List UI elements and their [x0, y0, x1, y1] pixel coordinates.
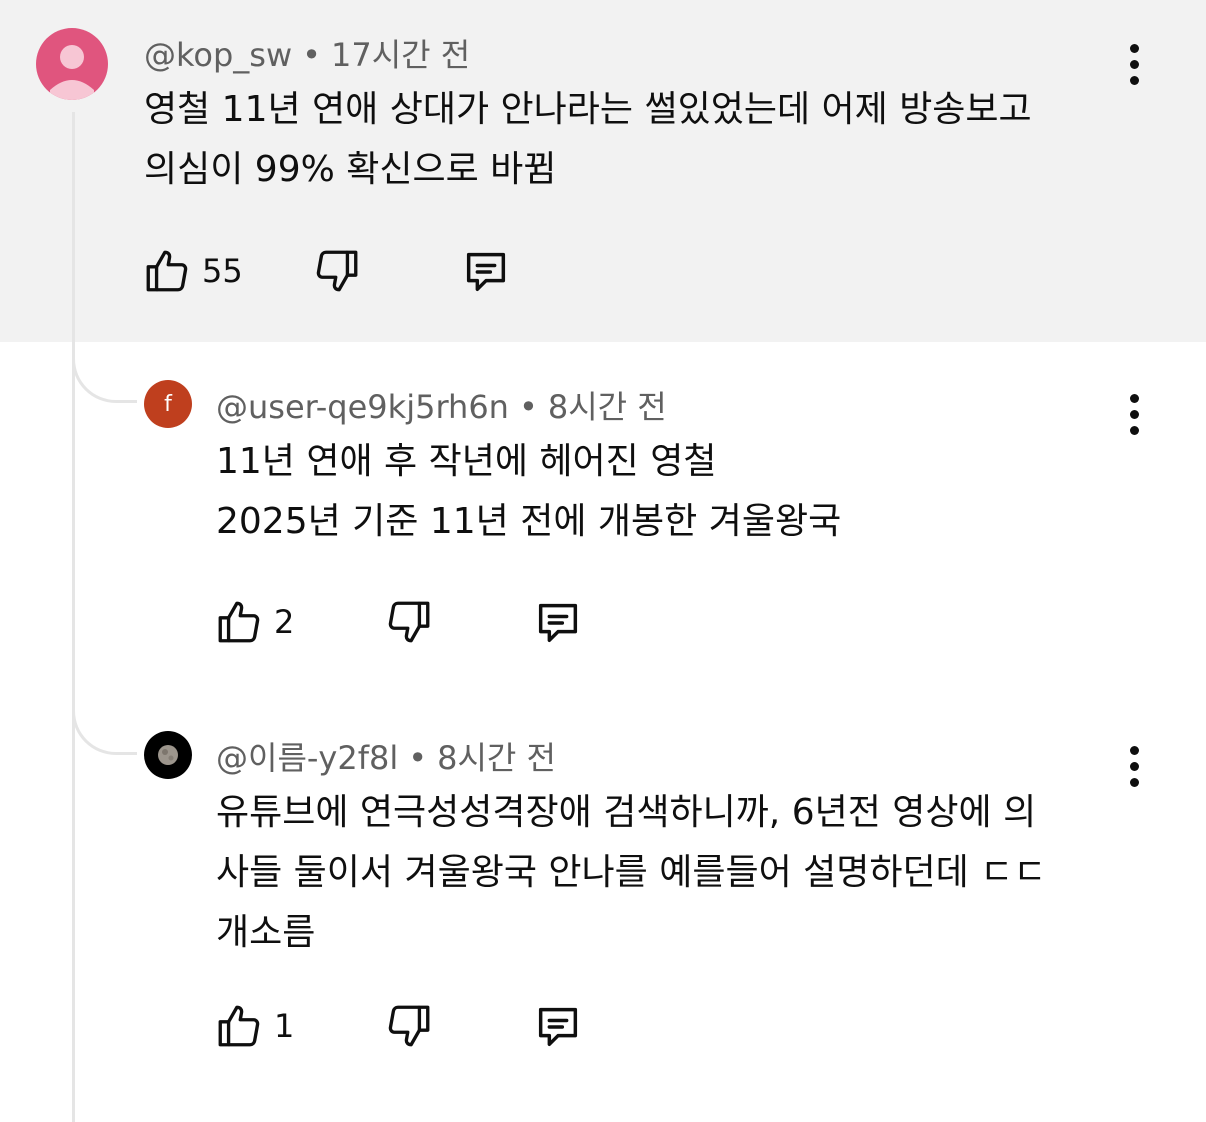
comment-line: 2025년 기준 11년 전에 개봉한 겨울왕국 — [216, 501, 842, 542]
reply-button[interactable] — [532, 597, 584, 649]
meta-separator: • — [408, 739, 428, 777]
meta-separator: • — [302, 36, 321, 74]
thumbs-down-icon — [316, 250, 358, 292]
more-vertical-icon — [1129, 745, 1139, 755]
comment-time[interactable]: 8시간 전 — [548, 388, 667, 426]
more-dot — [1129, 75, 1139, 85]
thumbs-down-icon — [388, 601, 430, 643]
more-actions-button[interactable] — [1114, 742, 1154, 790]
dislike-button[interactable] — [312, 246, 362, 296]
comment-author[interactable]: @kop_sw — [144, 36, 292, 74]
like-button[interactable]: 2 — [214, 597, 294, 647]
dislike-button[interactable] — [384, 1001, 434, 1051]
comment-line: 개소름 — [216, 912, 316, 953]
reply-button[interactable] — [532, 1001, 584, 1053]
avatar[interactable] — [144, 731, 192, 779]
comment-line: 의심이 99% 확신으로 바뀜 — [144, 149, 557, 190]
like-button[interactable]: 55 — [142, 246, 243, 296]
comment-text: 영철 11년 연애 상대가 안나라는 썰있었는데 어제 방송보고 의심이 99%… — [144, 80, 1032, 200]
like-count: 1 — [274, 1007, 295, 1045]
more-actions-button[interactable] — [1114, 390, 1154, 438]
more-dot — [1129, 59, 1139, 69]
comment-time[interactable]: 8시간 전 — [437, 739, 556, 777]
thumbs-up-icon — [218, 601, 260, 643]
comment-author[interactable]: @user-qe9kj5rh6n — [216, 388, 509, 426]
avatar[interactable]: f — [144, 380, 192, 428]
thread-line — [72, 112, 75, 1122]
like-count: 2 — [274, 603, 295, 641]
more-dot — [1129, 409, 1139, 419]
comment-author[interactable]: @이름-y2f8l — [216, 739, 398, 777]
reply-comment-icon — [538, 1007, 578, 1047]
thumbs-up-icon — [218, 1005, 260, 1047]
comment-meta: @kop_sw • 17시간 전 — [144, 30, 470, 76]
more-vertical-icon — [1129, 393, 1139, 403]
comment-meta: @user-qe9kj5rh6n • 8시간 전 — [216, 382, 667, 428]
dislike-button[interactable] — [384, 597, 434, 647]
reply-comment-icon — [466, 252, 506, 292]
like-count: 55 — [202, 252, 243, 290]
more-dot — [1129, 777, 1139, 787]
meta-separator: • — [518, 388, 538, 426]
avatar-letter: f — [164, 391, 172, 417]
comment-text: 11년 연애 후 작년에 헤어진 영철 2025년 기준 11년 전에 개봉한 … — [216, 432, 841, 552]
reply-button[interactable] — [460, 246, 512, 298]
thread-connector — [72, 348, 137, 403]
comment-line: 영철 11년 연애 상대가 안나라는 썰있었는데 어제 방송보고 — [144, 89, 1032, 130]
like-button[interactable]: 1 — [214, 1001, 294, 1051]
thread-connector — [72, 700, 137, 755]
more-dot — [1129, 425, 1139, 435]
avatar[interactable] — [36, 28, 108, 100]
more-actions-button[interactable] — [1114, 40, 1154, 88]
moon-avatar-icon — [158, 745, 178, 765]
more-vertical-icon — [1129, 43, 1139, 53]
comment-meta: @이름-y2f8l • 8시간 전 — [216, 733, 556, 779]
default-user-icon — [50, 45, 94, 100]
more-dot — [1129, 761, 1139, 771]
thumbs-down-icon — [388, 1005, 430, 1047]
comment-line: 11년 연애 후 작년에 헤어진 영철 — [216, 441, 717, 482]
comment-line: 유튜브에 연극성성격장애 검색하니까, 6년전 영상에 의 — [216, 792, 1037, 833]
comment-time[interactable]: 17시간 전 — [331, 36, 470, 74]
thumbs-up-icon — [146, 250, 188, 292]
comment-text: 유튜브에 연극성성격장애 검색하니까, 6년전 영상에 의 사들 둘이서 겨울왕… — [216, 783, 1046, 963]
reply-comment-icon — [538, 603, 578, 643]
comment-line: 사들 둘이서 겨울왕국 안나를 예를들어 설명하던데 ㄷㄷ — [216, 852, 1047, 893]
